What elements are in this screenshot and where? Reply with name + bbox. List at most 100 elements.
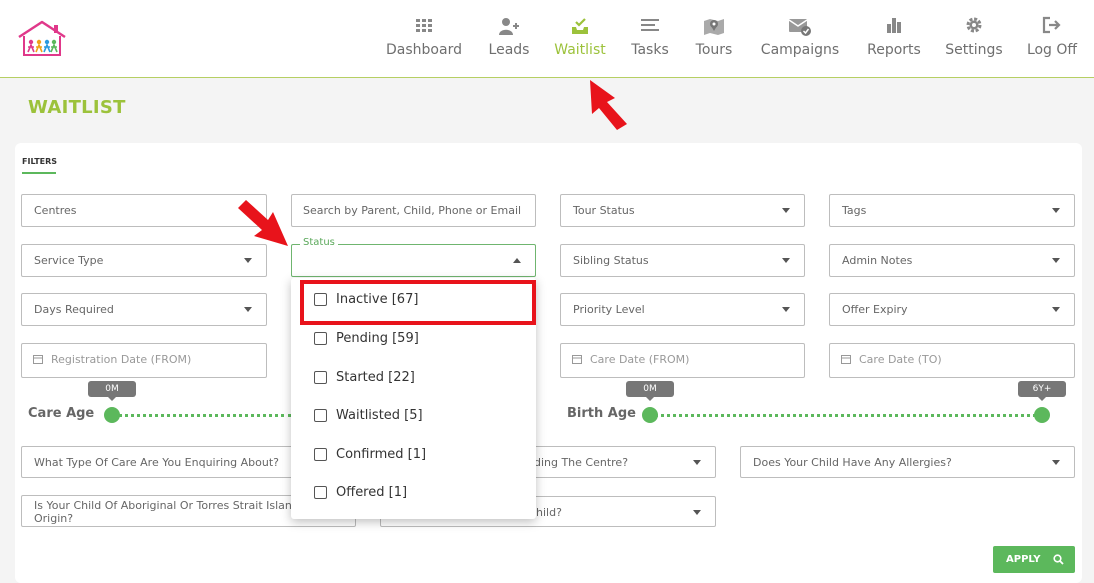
- status-option-inactive[interactable]: Inactive [67]: [291, 281, 536, 319]
- nav-tasks[interactable]: Tasks: [629, 16, 671, 58]
- allergies-question-label: Does Your Child Have Any Allergies?: [753, 456, 952, 469]
- checkbox[interactable]: [314, 448, 327, 461]
- status-option-confirmed[interactable]: Confirmed [1]: [291, 436, 536, 474]
- search-input[interactable]: Search by Parent, Child, Phone or Email: [291, 194, 536, 227]
- admin-notes-label: Admin Notes: [842, 254, 913, 267]
- tour-status-select[interactable]: Tour Status: [560, 194, 805, 227]
- chevron-down-icon: [1052, 208, 1060, 213]
- status-option-label: Inactive [67]: [336, 292, 419, 307]
- status-option-waitlisted[interactable]: Waitlisted [5]: [291, 397, 536, 435]
- checkbox[interactable]: [314, 371, 327, 384]
- tour-status-label: Tour Status: [573, 204, 635, 217]
- status-select[interactable]: [291, 244, 536, 277]
- priority-level-label: Priority Level: [573, 303, 645, 316]
- care-age-min-handle[interactable]: [104, 407, 120, 423]
- admin-notes-select[interactable]: Admin Notes: [829, 244, 1075, 277]
- chevron-down-icon: [244, 307, 252, 312]
- annotation-arrow-up: [590, 80, 627, 130]
- checkbox[interactable]: [314, 293, 327, 306]
- care-date-from-placeholder: Care Date (FROM): [590, 353, 690, 366]
- birth-age-min-bubble: 0M: [626, 381, 674, 401]
- allergies-question-select[interactable]: Does Your Child Have Any Allergies?: [740, 446, 1075, 478]
- list-icon: [629, 16, 671, 38]
- nav-waitlist-label: Waitlist: [554, 42, 606, 58]
- nav-leads[interactable]: Leads: [486, 16, 532, 58]
- add-user-icon: [486, 16, 532, 38]
- apply-button-label: APPLY: [1006, 554, 1041, 565]
- days-required-select[interactable]: Days Required: [21, 293, 267, 326]
- nav-waitlist[interactable]: Waitlist: [552, 16, 608, 58]
- aboriginal-question-label: Is Your Child Of Aboriginal Or Torres St…: [34, 499, 311, 525]
- birth-age-track[interactable]: [650, 414, 1042, 417]
- sibling-status-label: Sibling Status: [573, 254, 649, 267]
- care-date-to-placeholder: Care Date (TO): [859, 353, 942, 366]
- mail-check-icon: [756, 16, 844, 38]
- status-option-pending[interactable]: Pending [59]: [291, 320, 536, 358]
- nav-tours[interactable]: Tours: [693, 16, 735, 58]
- priority-level-select[interactable]: Priority Level: [560, 293, 805, 326]
- chevron-down-icon: [693, 510, 701, 515]
- nav-dashboard[interactable]: Dashboard: [383, 16, 465, 58]
- dashboard-grid-icon: [383, 16, 465, 38]
- search-placeholder: Search by Parent, Child, Phone or Email: [303, 204, 522, 217]
- birth-age-max-handle[interactable]: [1034, 407, 1050, 423]
- nav-campaigns-label: Campaigns: [760, 42, 840, 58]
- chevron-down-icon: [1052, 460, 1060, 465]
- service-type-select[interactable]: Service Type: [21, 244, 267, 277]
- care-type-question-label: What Type Of Care Are You Enquiring Abou…: [34, 456, 280, 469]
- status-dropdown-menu: Inactive [67] Pending [59] Started [22] …: [291, 278, 536, 519]
- apply-button[interactable]: APPLY: [993, 546, 1075, 573]
- chevron-down-icon: [1052, 307, 1060, 312]
- calendar-icon: [572, 355, 582, 364]
- checkbox[interactable]: [314, 409, 327, 422]
- centres-label: Centres: [34, 204, 77, 217]
- registration-date-from-input[interactable]: Registration Date (FROM): [21, 343, 267, 378]
- status-label: Status: [300, 237, 338, 248]
- nav-reports[interactable]: Reports: [865, 16, 923, 58]
- chevron-down-icon: [782, 208, 790, 213]
- offer-expiry-label: Offer Expiry: [842, 303, 908, 316]
- nav-tasks-label: Tasks: [631, 42, 669, 58]
- care-age-label: Care Age: [28, 406, 95, 421]
- status-option-started[interactable]: Started [22]: [291, 359, 536, 397]
- chevron-down-icon: [782, 307, 790, 312]
- care-age-min-bubble: 0M: [88, 381, 136, 401]
- top-navigation-bar: Dashboard Leads Waitlist Tasks Tours Cam…: [0, 0, 1094, 78]
- sibling-status-select[interactable]: Sibling Status: [560, 244, 805, 277]
- birth-age-label: Birth Age: [567, 406, 636, 421]
- tags-select[interactable]: Tags: [829, 194, 1075, 227]
- checkbox[interactable]: [314, 486, 327, 499]
- annotation-arrow-right: [238, 200, 288, 246]
- days-required-label: Days Required: [34, 303, 114, 316]
- status-option-offered[interactable]: Offered [1]: [291, 474, 536, 512]
- house-logo-icon[interactable]: [16, 18, 68, 58]
- centres-select[interactable]: Centres: [21, 194, 267, 227]
- nav-reports-label: Reports: [867, 42, 921, 58]
- birth-age-min-handle[interactable]: [642, 407, 658, 423]
- status-option-label: Confirmed [1]: [336, 447, 427, 462]
- nav-dashboard-label: Dashboard: [386, 42, 462, 58]
- nav-log-off[interactable]: Log Off: [1025, 16, 1079, 58]
- checkbox[interactable]: [314, 332, 327, 345]
- nav-campaigns[interactable]: Campaigns: [756, 16, 844, 58]
- chevron-up-icon: [513, 258, 521, 263]
- bar-chart-icon: [865, 16, 923, 38]
- care-date-from-input[interactable]: Care Date (FROM): [560, 343, 805, 378]
- chevron-down-icon: [244, 258, 252, 263]
- care-age-track[interactable]: [112, 414, 292, 417]
- care-date-to-input[interactable]: Care Date (TO): [829, 343, 1075, 378]
- nav-settings[interactable]: Settings: [944, 16, 1004, 58]
- birth-age-max-bubble: 6Y+: [1018, 381, 1066, 401]
- filters-tab-underline: [22, 172, 56, 174]
- nav-tours-label: Tours: [695, 42, 733, 58]
- child-question-label: hild?: [536, 506, 562, 519]
- calendar-icon: [841, 355, 851, 364]
- offer-expiry-select[interactable]: Offer Expiry: [829, 293, 1075, 326]
- search-icon: [1053, 554, 1064, 565]
- nav-leads-label: Leads: [488, 42, 530, 58]
- chevron-down-icon: [782, 258, 790, 263]
- calendar-icon: [33, 355, 43, 364]
- gear-icon: [944, 16, 1004, 38]
- chevron-down-icon: [1052, 258, 1060, 263]
- status-option-label: Started [22]: [336, 370, 415, 385]
